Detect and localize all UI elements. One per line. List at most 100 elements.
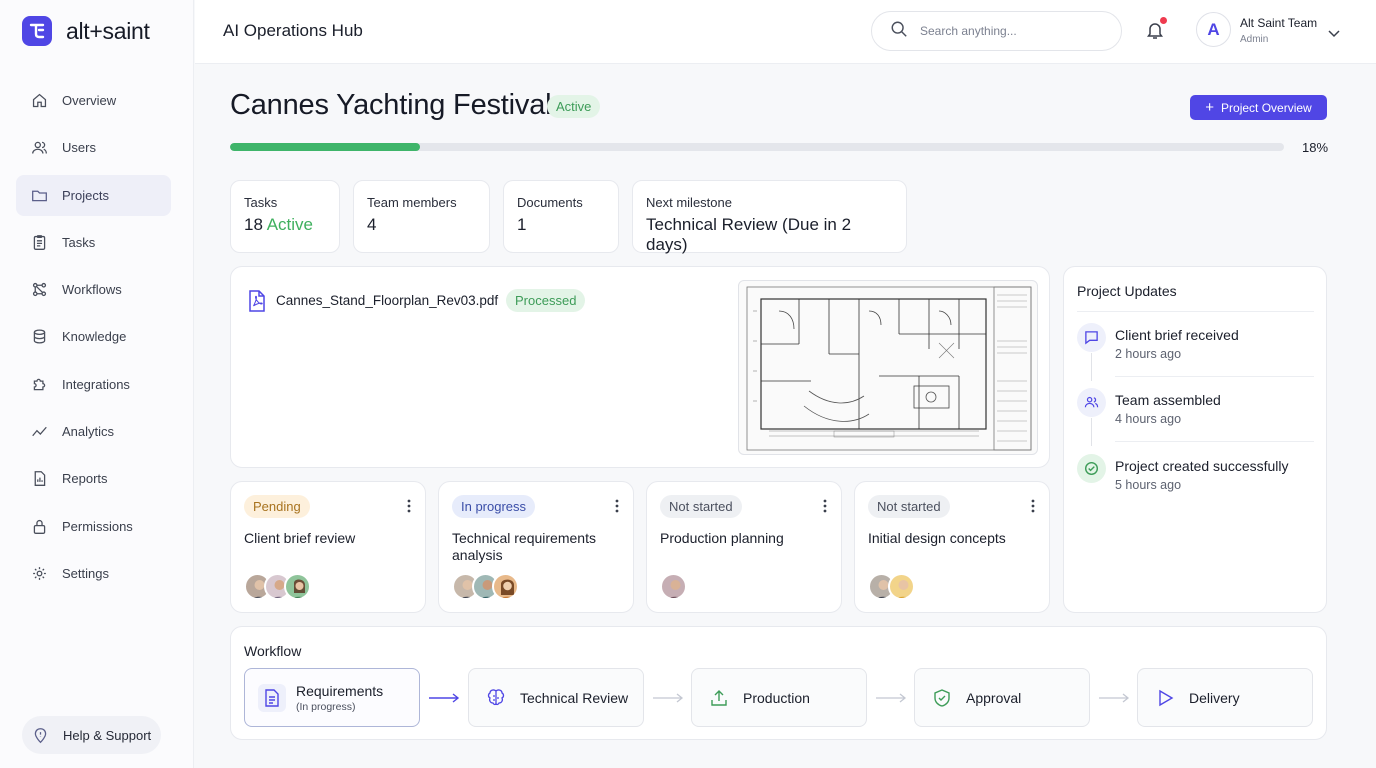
sidebar-item-settings[interactable]: Settings (16, 553, 171, 594)
sidebar-item-integrations[interactable]: Integrations (16, 364, 171, 405)
stat-card-tasks[interactable]: Tasks 18 Active (230, 180, 340, 253)
plus-icon: + (1205, 99, 1215, 116)
arrow-right-icon (429, 693, 460, 703)
stat-card-milestone[interactable]: Next milestone Technical Review (Due in … (632, 180, 907, 254)
update-title: Project created successfully (1115, 458, 1289, 474)
update-time: 4 hours ago (1115, 412, 1182, 426)
users-icon (30, 139, 48, 157)
sidebar-item-label: Reports (62, 471, 108, 486)
stat-value: 1 (517, 215, 527, 234)
more-options-icon[interactable] (407, 499, 411, 518)
avatar[interactable] (492, 573, 519, 600)
sidebar-item-users[interactable]: Users (16, 127, 171, 168)
database-icon (30, 328, 48, 346)
help-icon (32, 727, 49, 744)
report-icon (30, 470, 48, 488)
workflow-step-approval[interactable]: Approval (914, 668, 1090, 727)
project-overview-button[interactable]: + Project Overview (1190, 95, 1327, 120)
play-icon (1151, 684, 1179, 712)
workflow-step-label: Requirements (296, 682, 384, 699)
task-card[interactable]: In progress Technical requirements analy… (438, 481, 634, 613)
assignee-avatars (244, 573, 311, 600)
sidebar-item-label: Analytics (62, 424, 115, 439)
stat-value: Technical Review (Due in 2 days) (646, 215, 852, 254)
updates-title: Project Updates (1077, 283, 1177, 299)
document-filename[interactable]: Cannes_Stand_Floorplan_Rev03.pdf (276, 293, 498, 308)
task-title: Technical requirements analysis (452, 530, 596, 563)
update-time: 5 hours ago (1115, 478, 1182, 492)
task-card[interactable]: Not started Production planning (646, 481, 842, 613)
sidebar-item-knowledge[interactable]: Knowledge (16, 316, 171, 357)
logo[interactable]: alt+saint (22, 16, 150, 46)
user-avatar[interactable]: A (1196, 12, 1231, 47)
page-title: AI Operations Hub (223, 21, 363, 40)
assignee-avatars (660, 573, 687, 600)
task-status-badge: Not started (660, 495, 742, 518)
more-options-icon[interactable] (1031, 499, 1035, 518)
search-icon (890, 20, 908, 43)
sidebar-item-projects[interactable]: Projects (16, 175, 171, 216)
tasks-active-label: Active (266, 215, 314, 234)
avatar[interactable] (888, 573, 915, 600)
progress-label: 18% (1302, 140, 1329, 155)
document-panel: Cannes_Stand_Floorplan_Rev03.pdf Process… (230, 266, 1050, 468)
workflow-step-label: Approval (966, 689, 1022, 706)
workflow-step-production[interactable]: Production (691, 668, 867, 727)
sidebar-item-label: Integrations (62, 377, 130, 392)
task-title: Client brief review (244, 530, 356, 546)
stat-label: Documents (517, 195, 583, 210)
search-input[interactable] (920, 24, 1100, 38)
pdf-file-icon (247, 290, 267, 317)
workflow-icon (30, 281, 48, 299)
project-title: Cannes Yachting Festival (230, 89, 552, 121)
help-support-button[interactable]: Help & Support (22, 716, 161, 754)
logo-mark-icon (22, 16, 52, 46)
top-header: AI Operations Hub A Alt Saint Team Admin (195, 0, 1376, 64)
sidebar-item-permissions[interactable]: Permissions (16, 506, 171, 547)
sidebar: alt+saint Overview Users Projects Tasks … (0, 0, 194, 768)
divider (1115, 441, 1314, 442)
search-box[interactable] (871, 11, 1122, 51)
puzzle-icon (30, 376, 48, 394)
sidebar-item-workflows[interactable]: Workflows (16, 269, 171, 310)
task-card[interactable]: Pending Client brief review (230, 481, 426, 613)
brand-name: alt+saint (66, 17, 150, 44)
stat-card-documents[interactable]: Documents 1 (503, 180, 619, 253)
stat-card-team[interactable]: Team members 4 (353, 180, 490, 253)
divider (1115, 376, 1314, 377)
floorplan-thumbnail[interactable] (738, 280, 1038, 455)
user-role: Admin (1240, 34, 1269, 45)
sidebar-item-label: Workflows (62, 282, 122, 297)
avatar[interactable] (284, 573, 311, 600)
timeline-line (1091, 418, 1092, 446)
workflow-step-requirements[interactable]: Requirements (In progress) (244, 668, 420, 727)
sidebar-item-label: Projects (62, 188, 109, 203)
shield-check-icon (928, 684, 956, 712)
task-card[interactable]: Not started Initial design concepts (854, 481, 1050, 613)
arrow-right-icon (653, 693, 684, 703)
team-icon (1077, 388, 1106, 417)
more-options-icon[interactable] (615, 499, 619, 518)
sidebar-item-overview[interactable]: Overview (16, 80, 171, 121)
more-options-icon[interactable] (823, 499, 827, 518)
clipboard-icon (30, 234, 48, 252)
sidebar-item-analytics[interactable]: Analytics (16, 411, 171, 452)
workflow-step-delivery[interactable]: Delivery (1137, 668, 1313, 727)
task-title: Initial design concepts (868, 530, 1006, 546)
project-progress-bar (230, 143, 1284, 151)
lock-icon (30, 518, 48, 536)
chevron-down-icon[interactable] (1328, 26, 1340, 44)
update-title: Client brief received (1115, 327, 1239, 343)
sidebar-item-reports[interactable]: Reports (16, 458, 171, 499)
sidebar-item-tasks[interactable]: Tasks (16, 222, 171, 263)
workflow-title: Workflow (244, 643, 302, 659)
upload-icon (705, 684, 733, 712)
stat-label: Team members (367, 195, 457, 210)
workflow-step-technical-review[interactable]: Technical Review (468, 668, 644, 727)
arrow-right-icon (1099, 693, 1130, 703)
divider (1077, 311, 1314, 312)
avatar[interactable] (660, 573, 687, 600)
project-updates-panel: Project Updates Client brief received 2 … (1063, 266, 1327, 613)
help-label: Help & Support (63, 727, 152, 743)
user-name[interactable]: Alt Saint Team (1240, 16, 1317, 30)
